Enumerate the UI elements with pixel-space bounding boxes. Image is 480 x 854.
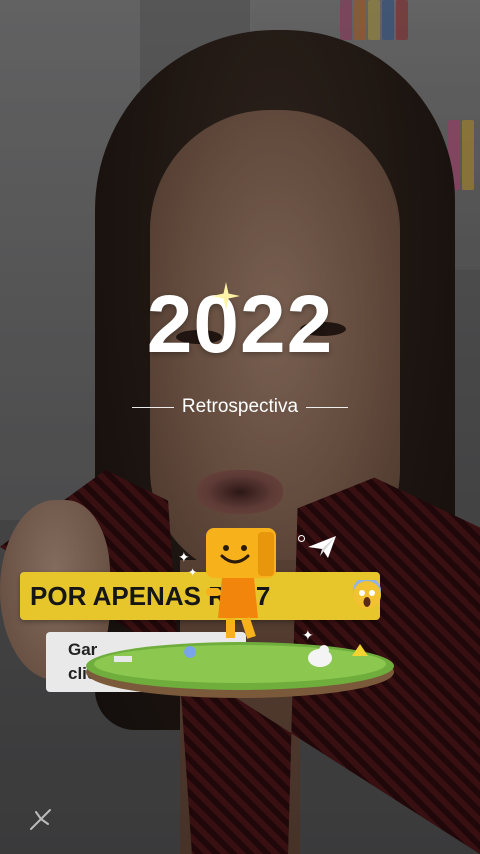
- sparkle-icon: [212, 282, 240, 310]
- sparkle-ring: [298, 535, 305, 542]
- video-frame: [0, 0, 480, 854]
- divider-left: [132, 406, 174, 408]
- retrospective-label: Retrospectiva: [132, 396, 349, 418]
- divider-right: [306, 406, 349, 408]
- small-star-2: ✦: [188, 567, 198, 579]
- small-star-3: ✦: [302, 627, 314, 643]
- paper-plane-icon: [308, 536, 336, 558]
- subtitle-text: Retrospectiva: [181, 396, 299, 417]
- pin-icon: [30, 809, 51, 830]
- dim-overlay: [0, 0, 480, 854]
- screaming-face-icon: [353, 580, 381, 609]
- year-title: 2022: [146, 279, 334, 370]
- smiley-box-mascot: [206, 528, 276, 639]
- small-star-1: ✦: [178, 549, 190, 565]
